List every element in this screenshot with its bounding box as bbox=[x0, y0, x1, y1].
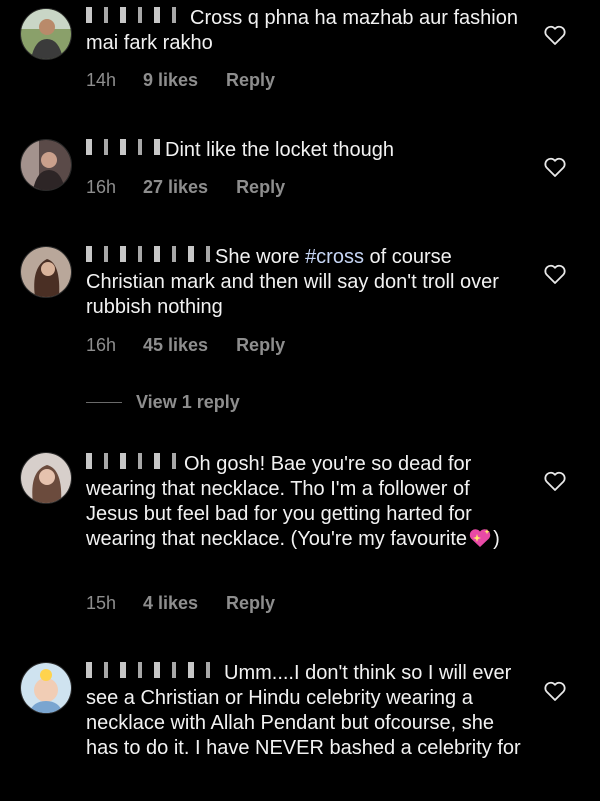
reply-button[interactable]: Reply bbox=[236, 177, 285, 198]
avatar[interactable] bbox=[20, 662, 72, 714]
comment-time: 16h bbox=[86, 177, 117, 197]
avatar[interactable] bbox=[20, 139, 72, 191]
heart-icon[interactable] bbox=[543, 470, 567, 492]
username[interactable] bbox=[86, 246, 211, 262]
avatar[interactable] bbox=[20, 8, 72, 60]
likes-count[interactable]: 45 likes bbox=[143, 335, 208, 356]
username[interactable] bbox=[86, 662, 220, 678]
reply-button[interactable]: Reply bbox=[226, 593, 275, 614]
view-replies-button[interactable]: View 1 reply bbox=[86, 392, 240, 413]
reply-button[interactable]: Reply bbox=[226, 70, 275, 91]
divider-line bbox=[86, 402, 122, 403]
hashtag-link[interactable]: #cross bbox=[305, 246, 364, 268]
likes-count[interactable]: 27 likes bbox=[143, 177, 208, 198]
likes-count[interactable]: 9 likes bbox=[143, 70, 198, 91]
comment-time: 16h bbox=[86, 335, 117, 355]
reply-button[interactable]: Reply bbox=[236, 335, 285, 356]
heart-icon[interactable] bbox=[543, 680, 567, 702]
avatar[interactable] bbox=[20, 452, 72, 504]
comment-time: 14h bbox=[86, 70, 117, 90]
username[interactable] bbox=[86, 7, 186, 23]
heart-icon[interactable] bbox=[543, 263, 567, 285]
username[interactable] bbox=[86, 139, 161, 155]
username[interactable] bbox=[86, 453, 180, 469]
heart-icon[interactable] bbox=[543, 156, 567, 178]
comment-time: 15h bbox=[86, 593, 117, 613]
likes-count[interactable]: 4 likes bbox=[143, 593, 198, 614]
sparkling-heart-icon bbox=[469, 529, 491, 547]
heart-icon[interactable] bbox=[543, 24, 567, 46]
view-replies-label: View 1 reply bbox=[136, 392, 240, 412]
comment-text: Dint like the locket though bbox=[165, 139, 395, 161]
comment-text-end: ) bbox=[493, 528, 500, 550]
avatar[interactable] bbox=[20, 246, 72, 298]
comment-text-pre: She wore bbox=[215, 246, 306, 268]
